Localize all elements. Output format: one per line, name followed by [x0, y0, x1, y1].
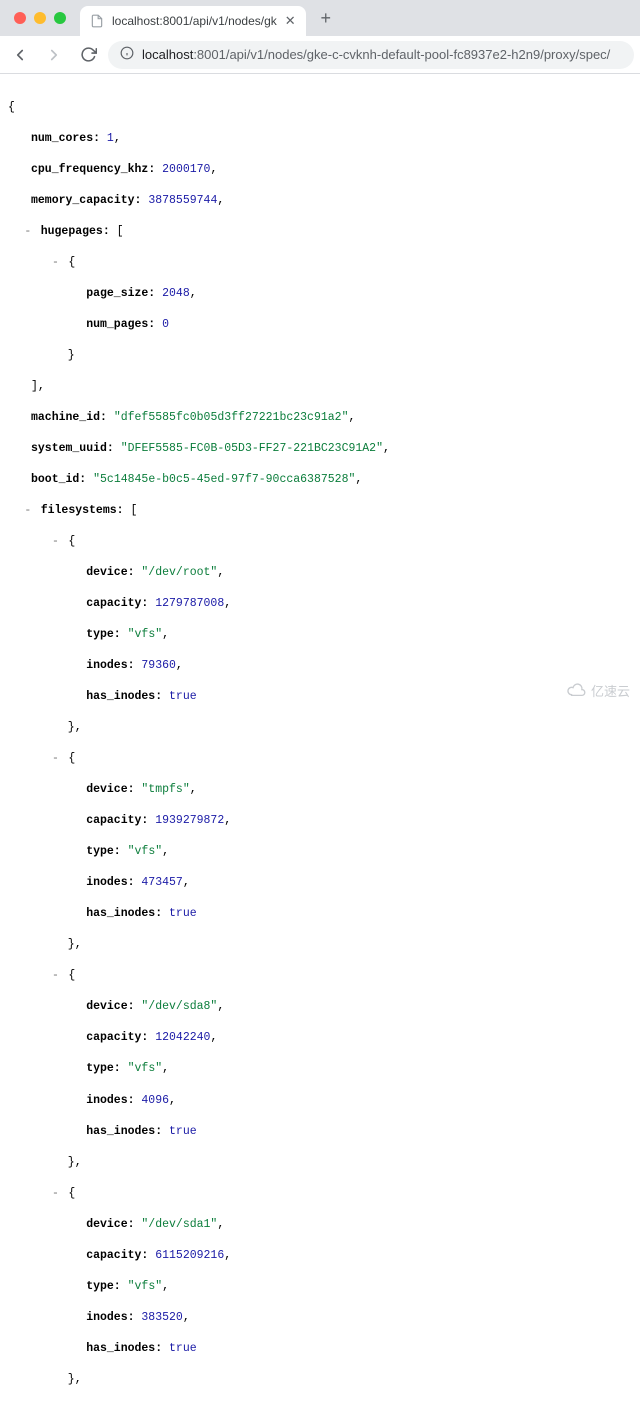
- page-icon: [90, 14, 104, 28]
- collapse-icon[interactable]: -: [49, 534, 61, 550]
- browser-toolbar: localhost:8001/api/v1/nodes/gke-c-cvknh-…: [0, 36, 640, 74]
- forward-button[interactable]: [40, 41, 68, 69]
- reload-button[interactable]: [74, 41, 102, 69]
- json-viewer: { num_cores: 1, cpu_frequency_khz: 20001…: [0, 74, 640, 1413]
- collapse-icon[interactable]: -: [49, 255, 61, 271]
- browser-tab[interactable]: localhost:8001/api/v1/nodes/gk ✕: [80, 6, 306, 36]
- browser-tab-bar: localhost:8001/api/v1/nodes/gk ✕ +: [0, 0, 640, 36]
- address-bar[interactable]: localhost:8001/api/v1/nodes/gke-c-cvknh-…: [108, 41, 634, 69]
- collapse-icon[interactable]: -: [49, 1186, 61, 1202]
- back-button[interactable]: [6, 41, 34, 69]
- window-controls: [8, 12, 74, 24]
- new-tab-button[interactable]: +: [312, 4, 340, 32]
- collapse-icon[interactable]: -: [49, 968, 61, 984]
- watermark: 亿速云: [565, 681, 630, 700]
- collapse-icon[interactable]: -: [22, 503, 34, 519]
- maximize-window-icon[interactable]: [54, 12, 66, 24]
- url-text: localhost:8001/api/v1/nodes/gke-c-cvknh-…: [142, 47, 610, 62]
- close-tab-icon[interactable]: ✕: [285, 13, 296, 29]
- site-info-icon[interactable]: [120, 46, 134, 63]
- collapse-icon[interactable]: -: [49, 751, 61, 767]
- collapse-icon[interactable]: -: [22, 224, 34, 240]
- tab-title: localhost:8001/api/v1/nodes/gk: [112, 14, 277, 28]
- close-window-icon[interactable]: [14, 12, 26, 24]
- minimize-window-icon[interactable]: [34, 12, 46, 24]
